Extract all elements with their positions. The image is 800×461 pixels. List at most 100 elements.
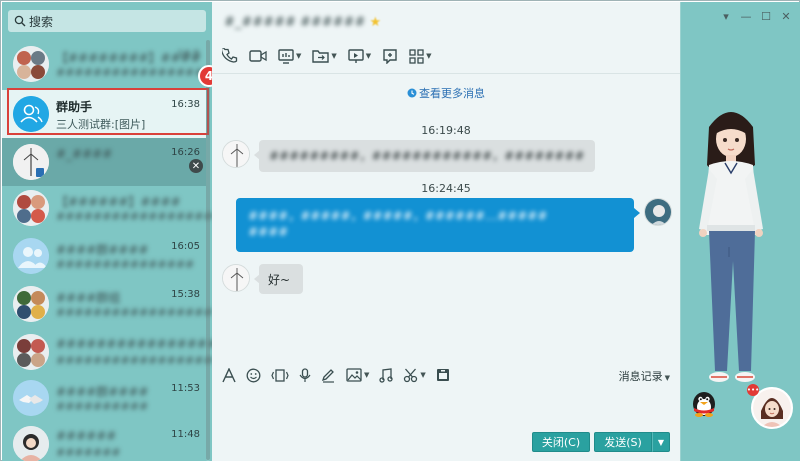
history-label: 消息记录 bbox=[618, 370, 663, 383]
conversation-time: 16:5 bbox=[177, 49, 200, 60]
dropdown-icon[interactable]: ▾ bbox=[716, 8, 736, 24]
group-default-avatar bbox=[13, 238, 49, 274]
avatar-show-panel: ▾ — ☐ ✕ ••• bbox=[680, 2, 800, 461]
conversation-item[interactable]: ##################### ##################… bbox=[2, 328, 212, 376]
conversation-time: 16:38 bbox=[171, 99, 200, 110]
group-avatar bbox=[13, 190, 49, 226]
send-button[interactable]: 发送(S) bbox=[594, 432, 652, 452]
minimize-icon[interactable]: — bbox=[736, 8, 756, 24]
conversation-preview: ################# bbox=[56, 306, 212, 319]
sidebar-scrollbar[interactable] bbox=[206, 40, 210, 461]
star-icon: ★ bbox=[369, 15, 382, 30]
message-text: 好~ bbox=[268, 273, 291, 287]
conversation-item-group-assistant[interactable]: 群助手 三人测试群:[图片] 16:38 bbox=[2, 90, 206, 138]
conversation-name: ####群#### bbox=[56, 243, 149, 257]
chat-title-text: #_##### ###### bbox=[224, 15, 366, 30]
chat-title: #_##### ###### ★ bbox=[224, 15, 381, 30]
conversation-name: 群助手 bbox=[56, 100, 93, 114]
close-button[interactable]: 关闭(C) bbox=[532, 432, 590, 452]
conversation-time: 16:26 bbox=[171, 147, 200, 158]
phone-icon[interactable] bbox=[222, 46, 238, 66]
conversation-item[interactable]: ###### ####### 11:48 bbox=[2, 420, 206, 461]
search-box[interactable]: 搜索 bbox=[8, 10, 206, 32]
group-avatar bbox=[13, 286, 49, 322]
contact-avatar[interactable] bbox=[222, 140, 250, 168]
screenshot-icon[interactable]: ▼ bbox=[403, 365, 426, 385]
conversation-name: ###### bbox=[56, 429, 117, 443]
conversation-name: ####群#### bbox=[56, 385, 149, 399]
input-toolbar: ▼ ▼ bbox=[222, 366, 460, 384]
emoji-icon[interactable] bbox=[246, 365, 261, 385]
apps-grid-icon[interactable]: ▼ bbox=[409, 46, 432, 66]
conversation-time: 11:48 bbox=[171, 429, 200, 440]
video-call-icon[interactable] bbox=[249, 46, 267, 66]
contact-avatar bbox=[13, 426, 49, 461]
music-icon[interactable] bbox=[379, 365, 394, 385]
file-transfer-icon[interactable]: ▼ bbox=[312, 46, 337, 66]
qq-penguin-icon bbox=[693, 392, 715, 417]
conversation-item-selected[interactable]: #_#### 16:26 bbox=[2, 138, 206, 186]
add-app-icon[interactable] bbox=[382, 46, 398, 66]
conversation-item[interactable]: ####群组 ################# 15:38 bbox=[2, 280, 212, 328]
message-text: #########，############，###############！ bbox=[269, 149, 585, 163]
message-text-line2: #### bbox=[248, 225, 289, 239]
conversation-time: 15:38 bbox=[171, 289, 200, 300]
qq-chat-window: 搜索 【########】#### ################### 16… bbox=[0, 0, 800, 461]
notification-dot: ••• bbox=[746, 384, 760, 396]
conversation-preview: ###################### bbox=[56, 354, 212, 367]
scrollbar-thumb[interactable] bbox=[206, 40, 210, 460]
message-bubble: #########，############，###############！ bbox=[259, 140, 595, 172]
message-bubble: 好~ bbox=[259, 264, 303, 294]
screen-share-icon[interactable]: ▼ bbox=[278, 46, 301, 66]
conversation-time: 16:05 bbox=[171, 241, 200, 252]
more-tools-icon[interactable] bbox=[436, 365, 450, 385]
message-bubble-own: ####，#####，#####，######…##### #### bbox=[236, 198, 634, 252]
clock-icon bbox=[407, 88, 417, 98]
bubble-tail bbox=[634, 208, 640, 218]
conversation-item[interactable]: 【########】#### ################### 16:5 bbox=[2, 40, 212, 88]
handshake-avatar bbox=[13, 380, 49, 416]
search-icon bbox=[14, 15, 26, 27]
search-placeholder: 搜索 bbox=[29, 14, 54, 29]
image-icon[interactable]: ▼ bbox=[346, 365, 369, 385]
close-window-icon[interactable]: ✕ bbox=[776, 8, 796, 24]
my-avatar[interactable] bbox=[644, 198, 672, 226]
voice-message-icon[interactable] bbox=[299, 365, 311, 385]
remote-desktop-icon[interactable]: ▼ bbox=[348, 46, 371, 66]
more-messages-link[interactable]: 查看更多消息 bbox=[212, 85, 680, 101]
message-text: ####，#####，#####，######…##### bbox=[248, 209, 548, 223]
font-icon[interactable] bbox=[222, 365, 236, 385]
conversation-preview: ################### bbox=[56, 66, 212, 79]
conversation-preview: ############### bbox=[56, 258, 195, 271]
doodle-icon[interactable] bbox=[321, 365, 336, 385]
message-timestamp: 16:19:48 bbox=[421, 124, 471, 137]
conversation-preview: ###################### bbox=[56, 210, 212, 223]
message-history-link[interactable]: 消息记录 ▼ bbox=[619, 368, 670, 384]
maximize-icon[interactable]: ☐ bbox=[756, 8, 776, 24]
conversation-name: #_#### bbox=[56, 147, 113, 161]
send-options-dropdown[interactable]: ▼ bbox=[652, 432, 670, 452]
group-avatar bbox=[13, 334, 49, 370]
conversation-name: ####群组 bbox=[56, 291, 121, 305]
conversation-time: 11:53 bbox=[171, 383, 200, 394]
character-show-figure bbox=[699, 112, 763, 382]
window-controls: ▾ — ☐ ✕ bbox=[716, 8, 796, 24]
group-avatar bbox=[13, 46, 49, 82]
shake-window-icon[interactable] bbox=[271, 365, 289, 385]
conversation-preview: 三人测试群:[图片] bbox=[56, 118, 146, 131]
message-timestamp: 16:24:45 bbox=[421, 182, 471, 195]
group-assistant-icon bbox=[13, 96, 49, 132]
contact-avatar bbox=[13, 144, 49, 180]
conversation-item[interactable]: ####群#### ########## 11:53 bbox=[2, 374, 206, 422]
chat-toolbar: ▼ ▼ ▼ ▼ bbox=[222, 46, 443, 66]
conversation-name: ##################### bbox=[56, 337, 212, 351]
contact-avatar[interactable] bbox=[222, 264, 250, 292]
conversation-item[interactable]: ####群#### ############### 16:05 bbox=[2, 232, 206, 280]
conversation-item[interactable]: 【######】#### ###################### bbox=[2, 184, 212, 232]
toolbar-divider bbox=[212, 73, 680, 74]
close-icon[interactable]: ✕ bbox=[189, 159, 203, 173]
conversation-preview: ####### bbox=[56, 446, 121, 459]
more-messages-label: 查看更多消息 bbox=[419, 87, 485, 100]
conversation-sidebar: 搜索 【########】#### ################### 16… bbox=[2, 2, 212, 461]
conversation-preview: ########## bbox=[56, 400, 149, 413]
